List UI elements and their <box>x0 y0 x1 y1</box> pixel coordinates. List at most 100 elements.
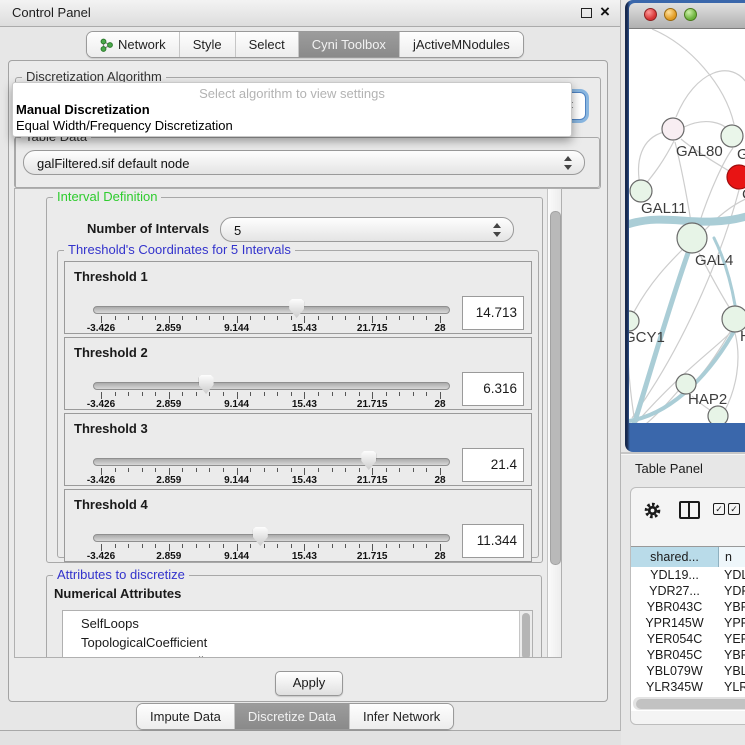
table-row[interactable]: YBR043CYBR0 <box>631 599 745 615</box>
slider-tick <box>101 544 102 551</box>
number-of-intervals-combobox[interactable]: 5 <box>220 217 514 242</box>
dropdown-item-equal-width[interactable]: Equal Width/Frequency Discretization <box>16 118 233 133</box>
slider-thumb[interactable] <box>199 375 214 394</box>
cell-name[interactable]: YDR2 <box>718 583 745 599</box>
node-label: G <box>737 146 745 163</box>
slider-tick <box>372 392 373 399</box>
node-label: HAP2 <box>688 391 727 408</box>
slider-tick <box>291 316 292 320</box>
slider-thumb[interactable] <box>361 451 376 470</box>
cell-shared-name[interactable]: YDL19... <box>631 567 718 583</box>
cell-name[interactable]: YBR0 <box>718 647 745 663</box>
node-gal80[interactable] <box>662 118 684 140</box>
slider-tick <box>413 316 414 320</box>
attribute-item[interactable]: BetweennessCentrality <box>81 652 532 658</box>
network-window-titlebar <box>629 3 745 29</box>
tab-cyni-toolbox[interactable]: Cyni Toolbox <box>299 32 400 57</box>
table-row[interactable]: YER054CYER0 <box>631 631 745 647</box>
slider-tick <box>101 392 102 399</box>
float-window-icon[interactable] <box>581 8 592 18</box>
cell-name[interactable]: YLR3 <box>718 679 745 695</box>
cell-shared-name[interactable]: YDR27... <box>631 583 718 599</box>
node-gal4[interactable] <box>677 223 707 253</box>
tab-impute-data[interactable]: Impute Data <box>137 704 235 729</box>
cell-name[interactable]: YPR1 <box>718 615 745 631</box>
table-row[interactable]: YLR345WYLR3 <box>631 679 745 695</box>
table-data-combobox[interactable]: galFiltered.sif default node <box>23 150 585 175</box>
network-canvas[interactable]: GAL80 G C GAL11 GAL4 GCY1 H HAP2 <box>629 29 745 423</box>
bottom-tab-bar: Impute DataDiscretize DataInfer Network <box>136 703 454 730</box>
threshold-value-field[interactable]: 11.344 <box>462 524 524 558</box>
tab-style[interactable]: Style <box>180 32 236 57</box>
threshold-value-field[interactable]: 21.4 <box>462 448 524 482</box>
gear-icon[interactable] <box>643 501 662 523</box>
column-header-shared[interactable]: shared... <box>631 547 719 568</box>
node-gal11[interactable] <box>630 180 652 202</box>
table-row[interactable]: YDL19...YDL1 <box>631 567 745 583</box>
close-icon[interactable]: × <box>600 2 610 22</box>
attributes-scrollbar[interactable] <box>519 611 532 658</box>
apply-button[interactable]: Apply <box>275 671 343 696</box>
numerical-attributes-heading: Numerical Attributes <box>54 586 181 601</box>
slider-tick <box>399 392 400 396</box>
table-row[interactable]: YBR045CYBR0 <box>631 647 745 663</box>
cell-name[interactable]: YDL1 <box>718 567 745 583</box>
tab-jactivemnodules[interactable]: jActiveMNodules <box>400 32 523 57</box>
attribute-item[interactable]: SelfLoops <box>81 614 532 633</box>
slider-tick <box>250 392 251 396</box>
threshold-value-field[interactable]: 14.713 <box>462 296 524 330</box>
threshold-row: Threshold 3 -3.4262.8599.14415.4321.7152… <box>64 413 532 486</box>
cell-shared-name[interactable]: YBR043C <box>631 599 718 615</box>
tab-select[interactable]: Select <box>236 32 299 57</box>
table-horizontal-scrollbar[interactable] <box>633 697 745 710</box>
slider-tick <box>101 316 102 323</box>
dropdown-item-manual-discretization[interactable]: Manual Discretization <box>16 102 150 117</box>
tab-discretize-data[interactable]: Discretize Data <box>235 704 350 729</box>
slider-tick <box>155 392 156 396</box>
slider-tick-label: 28 <box>434 475 445 486</box>
zoom-traffic-light-icon[interactable] <box>684 8 697 21</box>
cell-shared-name[interactable]: YPR145W <box>631 615 718 631</box>
cell-name[interactable]: YBR0 <box>718 599 745 615</box>
table-scrollbar-thumb[interactable] <box>636 699 745 709</box>
node-gcy1[interactable] <box>629 311 639 331</box>
minimize-traffic-light-icon[interactable] <box>664 8 677 21</box>
slider-tick <box>169 544 170 551</box>
table-rows: YDL19...YDL1YDR27...YDR2YBR043CYBR0YPR14… <box>631 567 745 711</box>
checkbox-icon[interactable]: ✓ <box>728 503 740 515</box>
attribute-item[interactable]: TopologicalCoefficient <box>81 633 532 652</box>
table-row[interactable]: YBL079WYBL0 <box>631 663 745 679</box>
cell-shared-name[interactable]: YBL079W <box>631 663 718 679</box>
slider-tick <box>237 468 238 475</box>
cell-shared-name[interactable]: YLR345W <box>631 679 718 695</box>
node-bottom[interactable] <box>708 406 728 423</box>
panel-divider[interactable] <box>621 452 745 455</box>
slider-range: -3.4262.8599.14415.4321.71528 <box>101 490 440 561</box>
node-g[interactable] <box>721 125 743 147</box>
numerical-attributes-list[interactable]: SelfLoopsTopologicalCoefficientBetweenne… <box>62 610 533 658</box>
tab-infer-network[interactable]: Infer Network <box>350 704 453 729</box>
slider-range: -3.4262.8599.14415.4321.71528 <box>101 262 440 333</box>
slider-tick <box>332 544 333 548</box>
cell-name[interactable]: YBL0 <box>718 663 745 679</box>
table-row[interactable]: YPR145WYPR1 <box>631 615 745 631</box>
dropdown-hint-item[interactable]: Select algorithm to view settings <box>13 86 571 101</box>
column-header-name[interactable]: n <box>719 547 745 568</box>
settings-vertical-scrollbar[interactable] <box>547 189 561 657</box>
slider-tick <box>304 392 305 399</box>
settings-scrollbar-thumb[interactable] <box>550 211 561 565</box>
threshold-value-field[interactable]: 6.316 <box>462 372 524 406</box>
table-row[interactable]: YDR27...YDR2 <box>631 583 745 599</box>
cell-shared-name[interactable]: YBR045C <box>631 647 718 663</box>
attributes-scrollbar-thumb[interactable] <box>522 613 530 658</box>
tab-network[interactable]: Network <box>87 32 180 57</box>
slider-tick <box>277 544 278 548</box>
split-columns-icon[interactable] <box>679 501 700 519</box>
close-traffic-light-icon[interactable] <box>644 8 657 21</box>
checkbox-icon[interactable]: ✓ <box>713 503 725 515</box>
cell-name[interactable]: YER0 <box>718 631 745 647</box>
number-of-intervals-value: 5 <box>234 223 241 238</box>
slider-thumb[interactable] <box>253 527 268 546</box>
slider-tick <box>332 316 333 320</box>
cell-shared-name[interactable]: YER054C <box>631 631 718 647</box>
